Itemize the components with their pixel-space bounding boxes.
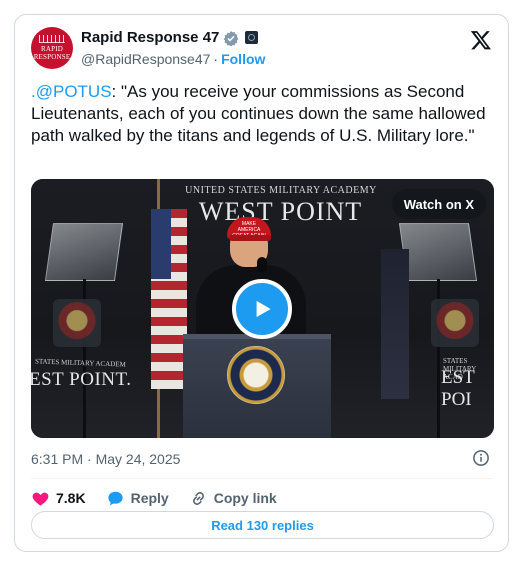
reply-button[interactable]: Reply: [106, 489, 169, 508]
avatar-text-line2: RESPONSE: [33, 53, 71, 61]
mention-link[interactable]: .@POTUS: [31, 82, 112, 101]
reply-label: Reply: [130, 490, 169, 506]
government-affiliation-icon: [245, 31, 259, 44]
reply-bubble-icon: [107, 491, 123, 505]
teleprompter-right: [398, 223, 478, 281]
avatar-building-graphic: [39, 35, 65, 43]
read-replies-button[interactable]: Read 130 replies: [31, 511, 494, 539]
video-banner-title: WEST POINT: [198, 197, 363, 226]
like-button[interactable]: 7.8K: [31, 489, 86, 508]
link-icon: [192, 491, 204, 505]
like-count: 7.8K: [56, 490, 86, 506]
copy-link-label: Copy link: [213, 490, 277, 506]
info-icon[interactable]: [472, 449, 490, 467]
author-handle[interactable]: @RapidResponse47: [81, 51, 210, 67]
presidential-seal: [227, 346, 285, 404]
video-player[interactable]: UNITED STATES MILITARY ACADEMY WEST POIN…: [31, 179, 494, 438]
heart-icon: [32, 492, 49, 506]
author-display-name[interactable]: Rapid Response 47: [81, 29, 219, 46]
copy-link-button[interactable]: Copy link: [189, 489, 277, 508]
avatar[interactable]: RAPID RESPONSE: [31, 27, 73, 69]
tweet-text: .@POTUS: "As you receive your commission…: [31, 81, 491, 147]
tweet-actions: 7.8K Reply Copy link: [31, 485, 297, 511]
verified-badge-icon: [224, 30, 239, 46]
divider: [31, 478, 492, 479]
play-button[interactable]: [232, 279, 292, 339]
author-name-row: Rapid Response 47: [81, 29, 259, 46]
tweet-card: RAPID RESPONSE Rapid Response 47 @RapidR…: [14, 14, 509, 552]
dark-flag-right: [381, 249, 409, 399]
avatar-text-line1: RAPID: [40, 45, 63, 53]
video-banner-subtitle: UNITED STATES MILITARY ACADEMY: [185, 185, 377, 196]
teleprompter-left: [44, 223, 124, 281]
author-handle-row: @RapidResponse47 · Follow: [81, 51, 265, 67]
x-logo-icon[interactable]: [470, 29, 492, 51]
crest-left: [53, 299, 101, 347]
tweet-timestamp[interactable]: 6:31 PM · May 24, 2025: [31, 451, 180, 467]
microphone: [257, 257, 267, 273]
red-cap-bill: [229, 235, 271, 241]
watch-on-x-button[interactable]: Watch on X: [391, 189, 486, 219]
handle-separator: ·: [213, 51, 219, 67]
crest-right: [431, 299, 479, 347]
play-icon: [256, 300, 271, 318]
video-banner-left: EST POINT.: [31, 369, 132, 390]
follow-button[interactable]: Follow: [221, 51, 265, 67]
video-banner-right: EST POI: [441, 367, 475, 410]
us-flag: [151, 209, 187, 389]
